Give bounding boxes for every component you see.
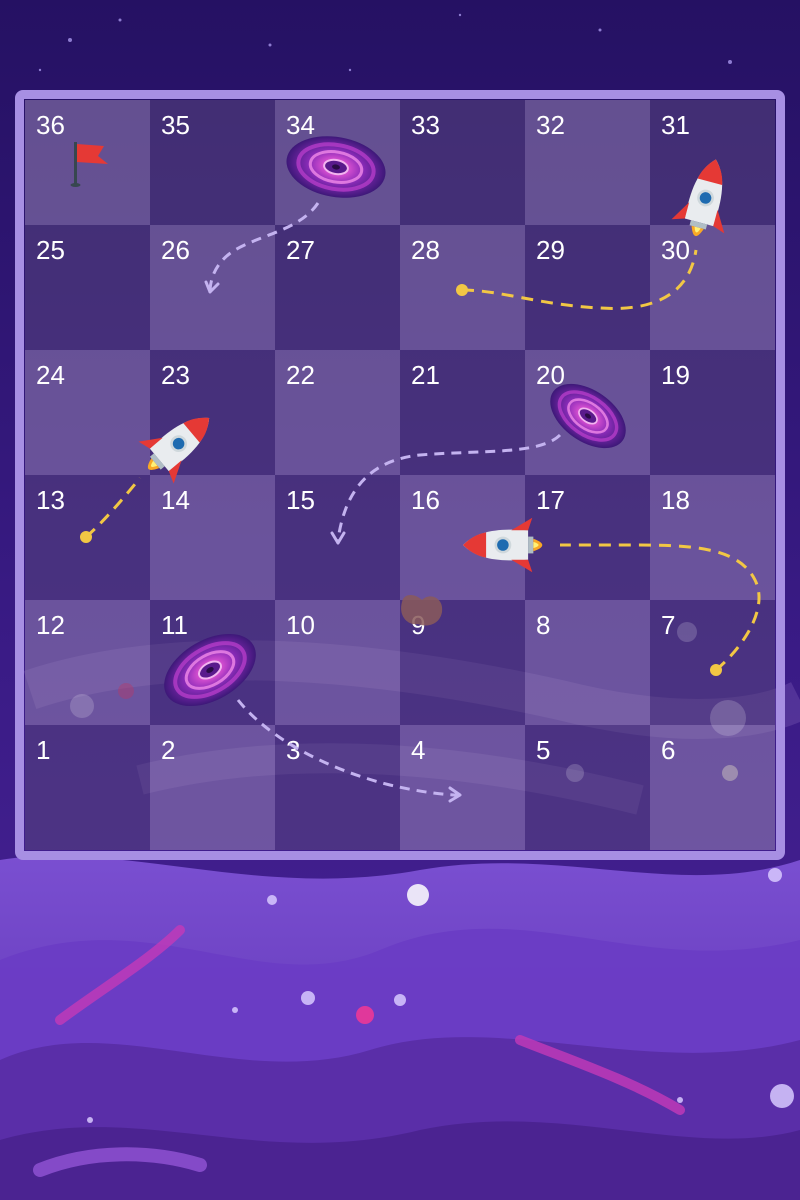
square-number: 20 — [536, 360, 565, 390]
square-number: 26 — [161, 235, 190, 265]
board-square[interactable]: 10 — [275, 600, 400, 725]
board-square[interactable]: 20 — [525, 350, 650, 475]
board-grid: 36 35 34 33 32 31 25 26 27 28 29 30 24 2… — [25, 100, 777, 852]
square-number: 21 — [411, 360, 440, 390]
square-number: 16 — [411, 485, 440, 515]
square-number: 8 — [536, 610, 551, 640]
board-square[interactable]: 22 — [275, 350, 400, 475]
square-number: 4 — [411, 735, 426, 765]
board-square[interactable]: 17 — [525, 475, 650, 600]
board-square[interactable]: 23 — [150, 350, 275, 475]
board-square[interactable]: 14 — [150, 475, 275, 600]
board-square[interactable]: 25 — [25, 225, 150, 350]
board-square[interactable]: 24 — [25, 350, 150, 475]
board-square[interactable]: 5 — [525, 725, 650, 850]
square-number: 14 — [161, 485, 190, 515]
board-square[interactable]: 30 — [650, 225, 775, 350]
square-number: 3 — [286, 735, 301, 765]
square-number: 32 — [536, 110, 565, 140]
board-square[interactable]: 4 — [400, 725, 525, 850]
square-number: 28 — [411, 235, 440, 265]
board-square[interactable]: 3 — [275, 725, 400, 850]
board-square[interactable]: 32 — [525, 100, 650, 225]
board-square[interactable]: 35 — [150, 100, 275, 225]
board-square[interactable]: 7 — [650, 600, 775, 725]
square-number: 29 — [536, 235, 565, 265]
square-number: 1 — [36, 735, 51, 765]
board-square[interactable]: 16 — [400, 475, 525, 600]
square-number: 11 — [161, 610, 188, 640]
square-number: 6 — [661, 735, 676, 765]
board-square[interactable]: 13 — [25, 475, 150, 600]
square-number: 33 — [411, 110, 440, 140]
board-square[interactable]: 12 — [25, 600, 150, 725]
square-number: 10 — [286, 610, 315, 640]
board-square[interactable]: 6 — [650, 725, 775, 850]
board-square[interactable]: 36 — [25, 100, 150, 225]
board-square[interactable]: 28 — [400, 225, 525, 350]
board-square[interactable]: 29 — [525, 225, 650, 350]
square-number: 31 — [661, 110, 690, 140]
square-number: 18 — [661, 485, 690, 515]
board-square[interactable]: 19 — [650, 350, 775, 475]
square-number: 13 — [36, 485, 65, 515]
square-number: 17 — [536, 485, 565, 515]
square-number: 35 — [161, 110, 190, 140]
square-number: 24 — [36, 360, 65, 390]
square-number: 5 — [536, 735, 551, 765]
square-number: 19 — [661, 360, 690, 390]
board-square[interactable]: 18 — [650, 475, 775, 600]
board-square[interactable]: 1 — [25, 725, 150, 850]
square-number: 15 — [286, 485, 315, 515]
board-square[interactable]: 26 — [150, 225, 275, 350]
board-square[interactable]: 33 — [400, 100, 525, 225]
square-number: 25 — [36, 235, 65, 265]
board-square[interactable]: 21 — [400, 350, 525, 475]
square-number: 23 — [161, 360, 190, 390]
square-number: 7 — [661, 610, 676, 640]
board-square[interactable]: 27 — [275, 225, 400, 350]
board-square[interactable]: 15 — [275, 475, 400, 600]
square-number: 12 — [36, 610, 65, 640]
square-number: 30 — [661, 235, 690, 265]
game-stage: 36 35 34 33 32 31 25 26 27 28 29 30 24 2… — [0, 0, 800, 1200]
square-number: 22 — [286, 360, 315, 390]
board-square[interactable]: 31 — [650, 100, 775, 225]
board-square[interactable]: 34 — [275, 100, 400, 225]
square-number: 36 — [36, 110, 65, 140]
board-square[interactable]: 11 — [150, 600, 275, 725]
square-number: 34 — [286, 110, 315, 140]
board-square[interactable]: 8 — [525, 600, 650, 725]
game-board: 36 35 34 33 32 31 25 26 27 28 29 30 24 2… — [15, 90, 785, 860]
board-square[interactable]: 9 — [400, 600, 525, 725]
square-number: 9 — [411, 610, 426, 640]
square-number: 27 — [286, 235, 315, 265]
square-number: 2 — [161, 735, 176, 765]
board-square[interactable]: 2 — [150, 725, 275, 850]
